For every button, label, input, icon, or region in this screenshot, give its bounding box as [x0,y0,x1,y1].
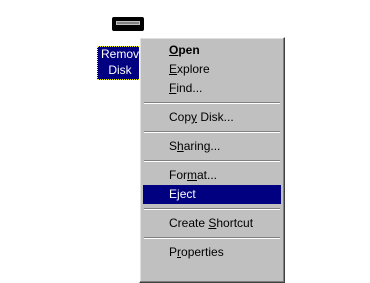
icon-label-line-1: Remov [100,47,139,61]
menu-item-sharing[interactable]: Sharing... [143,137,281,156]
menu-item-format[interactable]: Format... [143,166,281,185]
menu-item-copy-disk[interactable]: Copy Disk... [143,108,281,127]
removable-disk-desktop-icon[interactable]: Remov Disk [97,16,144,80]
menu-separator [144,237,280,239]
menu-item-properties[interactable]: Properties [143,243,281,262]
menu-item-eject[interactable]: Eject [143,185,281,204]
menu-separator [144,160,280,162]
menu-separator [144,208,280,210]
context-menu: Open Explore Find... Copy Disk... Sharing...… [139,37,285,283]
icon-label-line-2: Disk [108,63,132,77]
menu-item-create-shortcut[interactable]: Create Shortcut [143,214,281,233]
removable-disk-icon [112,17,144,31]
menu-separator [144,102,280,104]
desktop-icon-label: Remov Disk [97,46,143,80]
menu-item-open[interactable]: Open [143,41,281,60]
menu-item-explore[interactable]: Explore [143,60,281,79]
menu-item-find[interactable]: Find... [143,79,281,98]
menu-separator [144,131,280,133]
